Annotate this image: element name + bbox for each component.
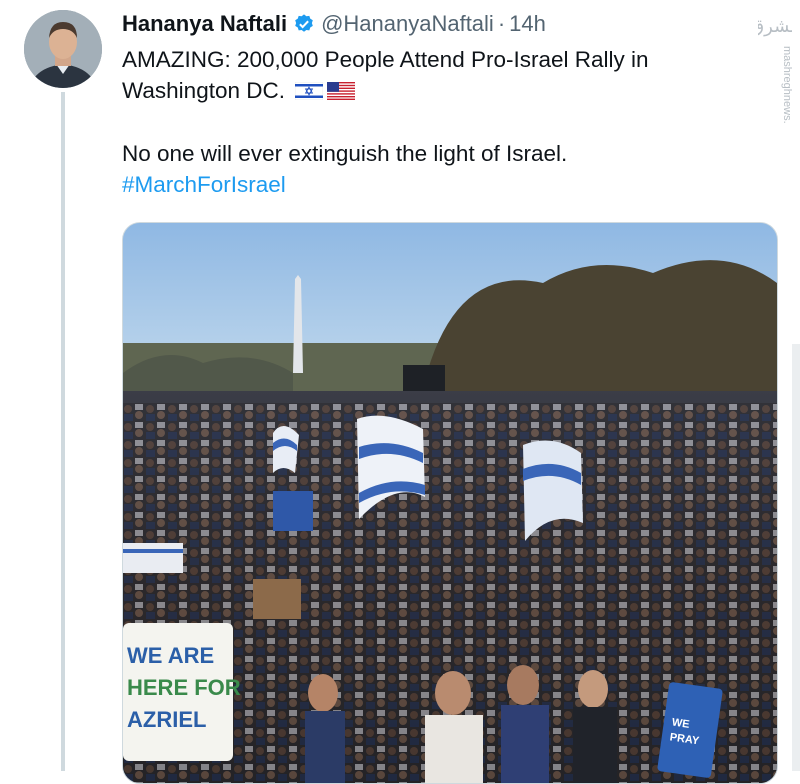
tweet-text-line-2: No one will ever extinguish the light of… (122, 141, 568, 166)
israel-flag-icon (295, 82, 324, 100)
author-handle[interactable]: @HananyaNaftali (321, 11, 494, 37)
tweet-media-video[interactable]: WE ARE HERE FOR AZRIEL WE PRAY (122, 222, 778, 784)
watermark-text: mashreghnews.ir (781, 46, 792, 124)
svg-text:WE: WE (671, 716, 690, 730)
svg-text:WE ARE: WE ARE (127, 643, 214, 668)
avatar[interactable] (24, 10, 102, 88)
svg-text:HERE FOR: HERE FOR (127, 675, 241, 700)
avatar-photo (24, 10, 102, 88)
rally-crowd-photo: WE ARE HERE FOR AZRIEL WE PRAY (123, 223, 777, 783)
tweet-header: Hananya Naftali @HananyaNaftali · 14h (122, 8, 546, 40)
watermark-logo: مشرق mashreghnews.ir (758, 16, 792, 124)
svg-text:مشرق: مشرق (758, 16, 792, 37)
tweet-text: AMAZING: 200,000 People Attend Pro-Israe… (122, 44, 762, 200)
tweet-timestamp[interactable]: 14h (509, 11, 546, 37)
separator-dot: · (497, 11, 506, 36)
page-scrollbar[interactable] (792, 344, 800, 771)
thread-connector-line (61, 92, 65, 771)
us-flag-icon (327, 82, 356, 100)
verified-badge-icon (295, 14, 313, 32)
author-name[interactable]: Hananya Naftali (122, 11, 287, 37)
svg-text:AZRIEL: AZRIEL (127, 707, 206, 732)
hashtag-link[interactable]: #MarchForIsrael (122, 172, 286, 197)
tweet-text-line-1: AMAZING: 200,000 People Attend Pro-Israe… (122, 47, 649, 103)
sign-left: WE ARE HERE FOR AZRIEL (123, 623, 241, 761)
